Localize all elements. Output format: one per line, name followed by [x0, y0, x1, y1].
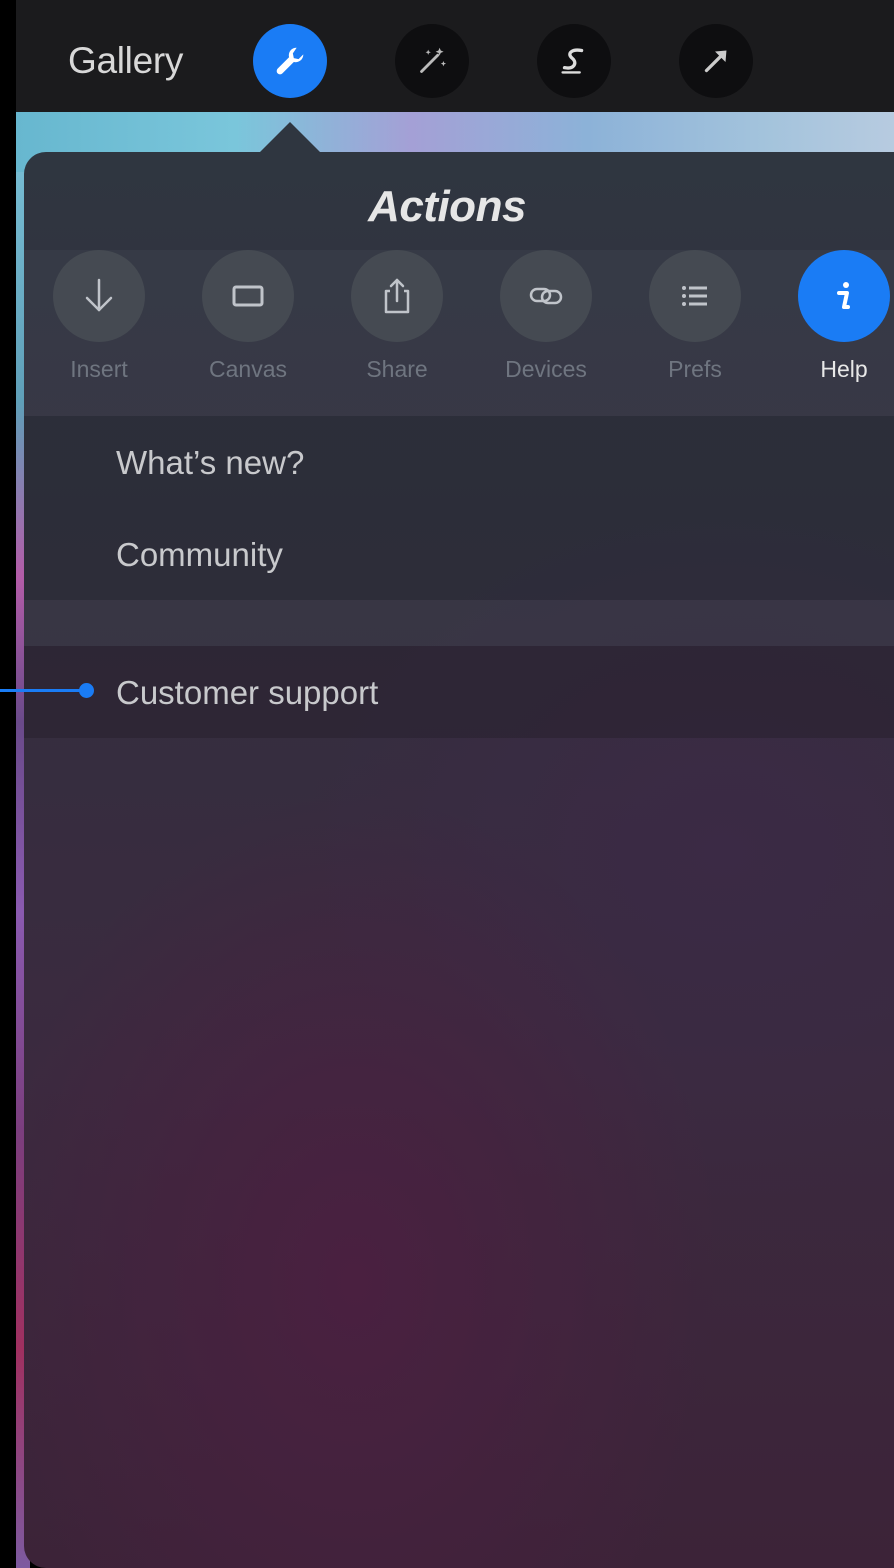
tab-prefs-circle — [649, 250, 741, 342]
whats-new-item[interactable]: What’s new? — [116, 444, 304, 482]
magic-wand-icon — [420, 47, 447, 73]
tab-prefs-label: Prefs — [668, 356, 722, 382]
gallery-button[interactable]: Gallery — [68, 40, 183, 82]
tab-help-label: Help — [820, 356, 868, 382]
actions-tool-button[interactable] — [253, 24, 327, 98]
callout-line — [0, 689, 86, 692]
tab-devices[interactable]: Devices — [471, 250, 621, 410]
tab-insert-label: Insert — [70, 356, 128, 382]
support-menu-group: Customer support — [24, 646, 894, 738]
popover-caret — [258, 122, 322, 154]
callout-dot — [79, 683, 94, 698]
arrow-icon — [704, 50, 727, 73]
info-icon — [837, 282, 850, 309]
selection-icon — [561, 48, 584, 74]
tab-share[interactable]: Share — [322, 250, 472, 410]
transform-tool-button[interactable] — [679, 24, 753, 98]
tab-canvas-label: Canvas — [209, 356, 287, 382]
wrench-icon — [276, 47, 304, 75]
customer-support-item[interactable]: Customer support — [116, 674, 378, 712]
tab-share-label: Share — [366, 356, 428, 382]
popover-title: Actions — [368, 182, 526, 231]
selection-tool-button[interactable] — [537, 24, 611, 98]
help-menu-group: What’s new? Community — [24, 416, 894, 600]
tab-canvas[interactable]: Canvas — [173, 250, 323, 410]
actions-tab-bar: Insert Canvas Share Devices Prefs Help — [24, 250, 894, 416]
rectangle-icon — [232, 285, 264, 307]
share-icon — [384, 278, 410, 314]
tab-devices-label: Devices — [505, 356, 587, 382]
tab-canvas-circle — [202, 250, 294, 342]
link-icon — [529, 287, 563, 305]
tab-help[interactable]: Help — [769, 250, 894, 410]
list-icon — [682, 286, 707, 306]
download-arrow-icon — [85, 278, 113, 312]
adjustments-tool-button[interactable] — [395, 24, 469, 98]
menu-separator — [24, 600, 894, 646]
community-item[interactable]: Community — [116, 536, 283, 574]
tab-help-circle — [798, 250, 890, 342]
actions-popover: Actions Insert Canvas Share Devices Pref… — [24, 152, 894, 1568]
tab-share-circle — [351, 250, 443, 342]
tab-insert[interactable]: Insert — [24, 250, 174, 410]
tab-prefs[interactable]: Prefs — [620, 250, 770, 410]
tab-insert-circle — [53, 250, 145, 342]
tab-devices-circle — [500, 250, 592, 342]
